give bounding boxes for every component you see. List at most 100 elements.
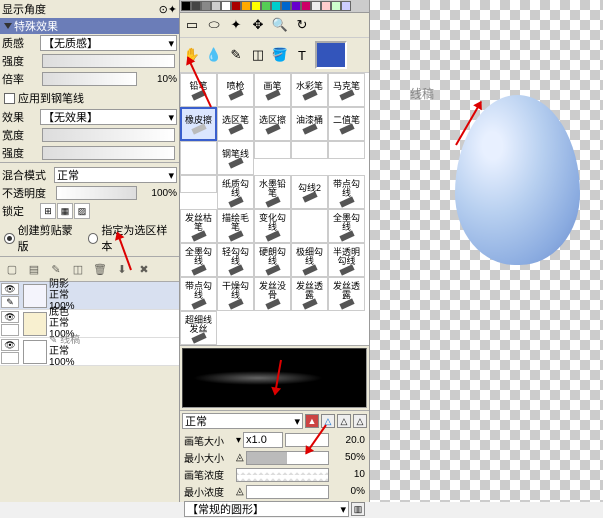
layer-thumbnail[interactable]: [23, 340, 47, 364]
blend-mode-select[interactable]: 正常▾: [54, 167, 177, 183]
selection-sample-radio[interactable]: [88, 233, 99, 244]
text-icon[interactable]: T: [293, 46, 311, 64]
visibility-icon[interactable]: 👁: [1, 311, 19, 323]
brush-cell[interactable]: 超细线发丝: [180, 311, 217, 345]
brush-cell[interactable]: 半透明勾线: [328, 243, 365, 277]
zoom-icon[interactable]: 🔍: [271, 16, 289, 34]
apply-pen-checkbox[interactable]: [4, 93, 15, 104]
swatch[interactable]: [321, 1, 331, 11]
bucket-icon[interactable]: 🪣: [271, 46, 289, 64]
texture-select[interactable]: 【无质感】▾: [40, 35, 177, 51]
brush-cell[interactable]: 发丝透露: [291, 277, 328, 311]
swatch[interactable]: [191, 1, 201, 11]
brush-cell[interactable]: 二值笔: [328, 107, 365, 141]
shape-select[interactable]: 【常规的圆形】▾: [184, 501, 349, 517]
brush-density-slider[interactable]: [236, 468, 329, 482]
swatch[interactable]: [241, 1, 251, 11]
intensity-slider[interactable]: [42, 54, 175, 68]
brush-cell[interactable]: 描绘毛笔: [217, 209, 254, 243]
min-density-slider[interactable]: [246, 485, 329, 499]
layer-thumbnail[interactable]: [23, 284, 47, 308]
swatch[interactable]: [231, 1, 241, 11]
brush-cell[interactable]: 选区擦: [254, 107, 291, 141]
lock-pixel-icon[interactable]: ▦: [57, 203, 73, 219]
new-canvas-icon[interactable]: ▢: [2, 259, 22, 279]
brush-cell[interactable]: 水彩笔: [291, 73, 328, 107]
swatch[interactable]: [251, 1, 261, 11]
rotate-icon[interactable]: ↻: [293, 16, 311, 34]
brush-cell[interactable]: 钢笔线: [217, 141, 254, 175]
clip-mask-radio[interactable]: [4, 233, 15, 244]
eraser-icon[interactable]: ◫: [249, 46, 267, 64]
swatch[interactable]: [271, 1, 281, 11]
swatch[interactable]: [211, 1, 221, 11]
min-size-slider[interactable]: [246, 451, 329, 465]
brush-cell[interactable]: 喷枪: [217, 73, 254, 107]
brush-cell[interactable]: 变化勾线: [254, 209, 291, 243]
brush-cell[interactable]: 全墨勾线: [328, 209, 365, 243]
brush-cell[interactable]: 干燥勾线: [217, 277, 254, 311]
pen-icon[interactable]: [1, 324, 19, 336]
foreground-color[interactable]: [315, 41, 347, 69]
marker-d-icon[interactable]: △: [353, 414, 367, 428]
brush-cell[interactable]: 勾线2: [291, 175, 328, 209]
brush-cell[interactable]: 油漆桶: [291, 107, 328, 141]
mask-icon[interactable]: ◫: [68, 259, 88, 279]
move-icon[interactable]: ✥: [249, 16, 267, 34]
opacity-slider[interactable]: [56, 186, 137, 200]
brush-cell[interactable]: 发丝枯笔: [180, 209, 217, 243]
swatch[interactable]: [281, 1, 291, 11]
lock-all-icon[interactable]: ⊞: [40, 203, 56, 219]
brush-cell[interactable]: 轻勾勾线: [217, 243, 254, 277]
wand-icon[interactable]: ✦: [227, 16, 245, 34]
brush-cell[interactable]: 画笔: [254, 73, 291, 107]
pen-icon[interactable]: ✎: [1, 296, 19, 308]
swatch[interactable]: [311, 1, 321, 11]
brush-cell[interactable]: 极细勾线: [291, 243, 328, 277]
layer-row[interactable]: 👁✎ 阴影正常100%: [0, 282, 179, 310]
brush-cell[interactable]: 全墨勾线: [180, 243, 217, 277]
brush-cell[interactable]: 选区笔: [217, 107, 254, 141]
pen-icon[interactable]: [1, 352, 19, 364]
brush-cell[interactable]: 带点勾线: [180, 277, 217, 311]
brush-blend-select[interactable]: 正常▾: [182, 413, 303, 429]
visibility-icon[interactable]: 👁: [1, 283, 19, 295]
pen-tool-icon[interactable]: ✎: [227, 46, 245, 64]
swatch[interactable]: [301, 1, 311, 11]
swatch[interactable]: [291, 1, 301, 11]
swatch[interactable]: [261, 1, 271, 11]
marker-a-icon[interactable]: ▲: [305, 414, 319, 428]
effect-select[interactable]: 【无效果】▾: [40, 109, 177, 125]
layer-row[interactable]: 👁 底色正常100%: [0, 310, 179, 338]
rect-select-icon[interactable]: ▭: [183, 16, 201, 34]
brush-cell[interactable]: 发丝没骨: [254, 277, 291, 311]
brush-cell[interactable]: 带点勾线: [328, 175, 365, 209]
layer-row[interactable]: 👁 ✎ 线稿正常100%: [0, 338, 179, 366]
swatch[interactable]: [201, 1, 211, 11]
flip-icon[interactable]: ✦: [168, 3, 177, 16]
brush-size-mult-select[interactable]: x1.0: [243, 432, 283, 448]
brush-cell[interactable]: 硬朗勾线: [254, 243, 291, 277]
delete-layer-icon[interactable]: 🗑: [90, 259, 110, 279]
swatch[interactable]: [181, 1, 191, 11]
swatch[interactable]: [331, 1, 341, 11]
marker-c-icon[interactable]: △: [337, 414, 351, 428]
new-layer-icon[interactable]: ▤: [24, 259, 44, 279]
brush-cell-selected[interactable]: 橡皮擦: [180, 107, 217, 141]
swatch[interactable]: [221, 1, 231, 11]
brush-cell[interactable]: [180, 141, 217, 175]
lock-move-icon[interactable]: ▨: [74, 203, 90, 219]
visibility-icon[interactable]: 👁: [1, 339, 19, 351]
lasso-icon[interactable]: ⬭: [205, 16, 223, 34]
shape-settings-icon[interactable]: ▥: [351, 502, 365, 516]
brush-cell[interactable]: [291, 209, 328, 243]
reset-icon[interactable]: ⊙: [159, 3, 168, 16]
brush-cell[interactable]: 发丝透露: [328, 277, 365, 311]
brush-cell[interactable]: 水墨铅笔: [254, 175, 291, 209]
pen-layer-icon[interactable]: ✎: [46, 259, 66, 279]
eyedropper-icon[interactable]: 💧: [205, 46, 223, 64]
clear-icon[interactable]: ✖: [134, 259, 154, 279]
swatch[interactable]: [341, 1, 351, 11]
collapse-icon[interactable]: [4, 23, 12, 29]
brush-cell[interactable]: 纸质勾线: [217, 175, 254, 209]
